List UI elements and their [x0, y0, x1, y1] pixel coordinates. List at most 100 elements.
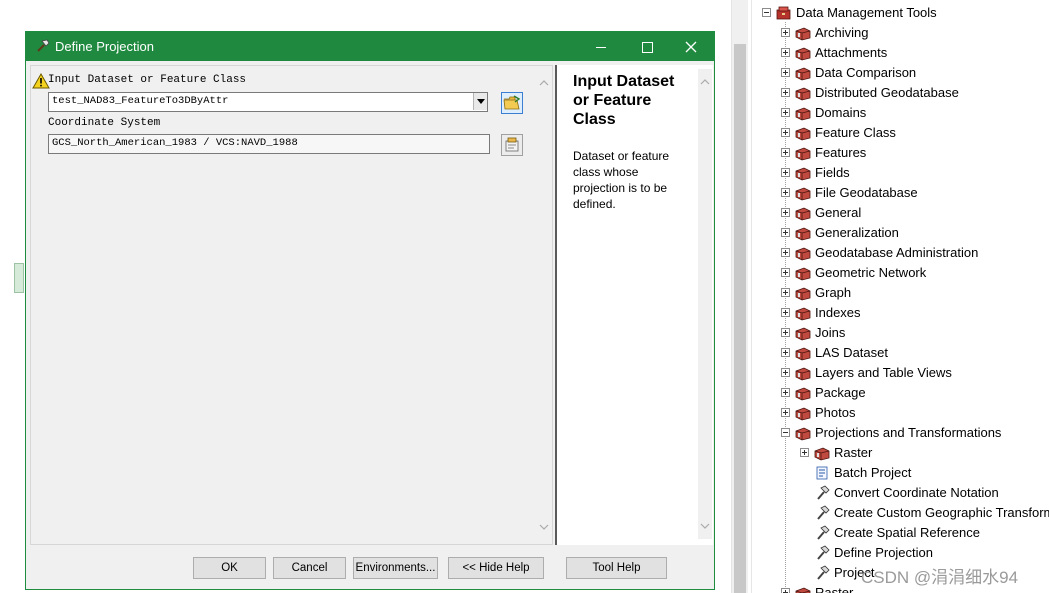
expand-icon[interactable] [781, 248, 790, 257]
tool-help-button[interactable]: Tool Help [566, 557, 667, 579]
ok-button[interactable]: OK [193, 557, 266, 579]
tree-item-create-custom-geographic-transformation[interactable]: Create Custom Geographic Transformation [752, 503, 1049, 523]
title-bar[interactable]: Define Projection [26, 32, 714, 61]
help-title: Input Dataset or Feature Class [573, 73, 675, 128]
tree-item-data-management-tools[interactable]: Data Management Tools [752, 3, 1049, 23]
tree-item-batch-project[interactable]: Batch Project [752, 463, 1049, 483]
tree-item-projections-and-transformations[interactable]: Projections and Transformations [752, 423, 1049, 443]
tree-item-file-geodatabase[interactable]: File Geodatabase [752, 183, 1049, 203]
toolset-icon [795, 287, 811, 301]
expand-icon[interactable] [781, 588, 790, 593]
expand-icon[interactable] [781, 388, 790, 397]
expand-icon[interactable] [781, 368, 790, 377]
expand-icon[interactable] [781, 228, 790, 237]
tree-item-create-spatial-reference[interactable]: Create Spatial Reference [752, 523, 1049, 543]
coordinate-system-field[interactable]: GCS_North_American_1983 / VCS:NAVD_1988 [48, 134, 490, 154]
hammer-icon [817, 545, 830, 560]
toolset-icon [795, 87, 811, 101]
tree-item-feature-class[interactable]: Feature Class [752, 123, 1049, 143]
open-folder-icon [503, 95, 521, 110]
tree-item-archiving[interactable]: Archiving [752, 23, 1049, 43]
parameters-pane: Input Dataset or Feature Class test_NAD8… [30, 65, 553, 545]
expand-icon[interactable] [781, 208, 790, 217]
input-dataset-combobox[interactable]: test_NAD83_FeatureTo3DByAttr [48, 92, 488, 112]
browse-dataset-button[interactable] [501, 92, 523, 114]
minimize-button[interactable] [578, 32, 624, 61]
hide-help-button[interactable]: << Hide Help [448, 557, 544, 579]
tree-item-label: Package [815, 385, 866, 400]
tree-item-geometric-network[interactable]: Geometric Network [752, 263, 1049, 283]
close-button[interactable] [668, 32, 714, 61]
maximize-button[interactable] [624, 32, 670, 61]
toolset-icon [795, 347, 811, 361]
tree-item-indexes[interactable]: Indexes [752, 303, 1049, 323]
chevron-down-icon[interactable] [473, 93, 487, 110]
toolset-icon [795, 327, 811, 341]
parameters-scrollbar[interactable] [536, 70, 552, 540]
collapse-icon[interactable] [781, 428, 790, 437]
watermark: CSDN @涓涓细水94 [861, 568, 1019, 587]
expand-icon[interactable] [781, 28, 790, 37]
tree-item-graph[interactable]: Graph [752, 283, 1049, 303]
expand-icon[interactable] [781, 108, 790, 117]
tree-item-layers-and-table-views[interactable]: Layers and Table Views [752, 363, 1049, 383]
toolset-icon [795, 307, 811, 321]
toolset-icon [795, 207, 811, 221]
tree-item-las-dataset[interactable]: LAS Dataset [752, 343, 1049, 363]
toolset-icon [795, 587, 811, 593]
catalog-scrollbar[interactable] [731, 0, 748, 593]
tree-item-label: Archiving [815, 25, 869, 40]
collapse-icon[interactable] [762, 8, 771, 17]
tree-item-label: Attachments [815, 45, 888, 60]
environments-button[interactable]: Environments... [353, 557, 438, 579]
toolset-icon [814, 447, 830, 461]
tree-item-photos[interactable]: Photos [752, 403, 1049, 423]
expand-icon[interactable] [781, 88, 790, 97]
expand-icon[interactable] [781, 168, 790, 177]
tree-item-distributed-geodatabase[interactable]: Distributed Geodatabase [752, 83, 1049, 103]
tree-item-label: Joins [815, 325, 846, 340]
tree-item-label: File Geodatabase [815, 185, 918, 200]
expand-icon[interactable] [781, 48, 790, 57]
tree-item-generalization[interactable]: Generalization [752, 223, 1049, 243]
expand-icon[interactable] [781, 348, 790, 357]
scrollbar-thumb[interactable] [734, 44, 746, 593]
expand-icon[interactable] [781, 308, 790, 317]
toolset-icon [795, 107, 811, 121]
tree-item-joins[interactable]: Joins [752, 323, 1049, 343]
expand-icon[interactable] [800, 448, 809, 457]
expand-icon[interactable] [781, 408, 790, 417]
tree-item-general[interactable]: General [752, 203, 1049, 223]
expand-icon[interactable] [781, 148, 790, 157]
hammer-icon [817, 485, 830, 500]
expand-icon[interactable] [781, 268, 790, 277]
expand-icon[interactable] [781, 328, 790, 337]
expand-icon[interactable] [781, 288, 790, 297]
spatial-reference-button[interactable] [501, 134, 523, 156]
maximize-icon [641, 41, 653, 53]
tree-item-label: Fields [815, 165, 850, 180]
expand-icon[interactable] [781, 188, 790, 197]
tree-item-define-projection[interactable]: Define Projection [752, 543, 1049, 563]
tree-item-domains[interactable]: Domains [752, 103, 1049, 123]
tree-item-label: Graph [815, 285, 852, 300]
tree-item-data-comparison[interactable]: Data Comparison [752, 63, 1049, 83]
side-panel-handle[interactable] [14, 263, 24, 293]
define-projection-dialog: Define Projection Input Dataset or Featu… [25, 31, 715, 590]
cancel-button[interactable]: Cancel [273, 557, 346, 579]
help-scrollbar[interactable] [698, 69, 712, 539]
tree-item-features[interactable]: Features [752, 143, 1049, 163]
tree-item-geodatabase-administration[interactable]: Geodatabase Administration [752, 243, 1049, 263]
tree-item-fields[interactable]: Fields [752, 163, 1049, 183]
tree-item-label: Geodatabase Administration [815, 245, 979, 260]
expand-icon[interactable] [781, 68, 790, 77]
hammer-icon [817, 525, 830, 540]
tree-item-label: Define Projection [834, 545, 933, 560]
tree-item-label: Convert Coordinate Notation [834, 485, 999, 500]
tree-item-attachments[interactable]: Attachments [752, 43, 1049, 63]
tree-item-raster-toolset[interactable]: Raster [752, 443, 1049, 463]
tree-item-convert-coordinate-notation[interactable]: Convert Coordinate Notation [752, 483, 1049, 503]
tree-item-package[interactable]: Package [752, 383, 1049, 403]
toolset-icon [795, 67, 811, 81]
expand-icon[interactable] [781, 128, 790, 137]
